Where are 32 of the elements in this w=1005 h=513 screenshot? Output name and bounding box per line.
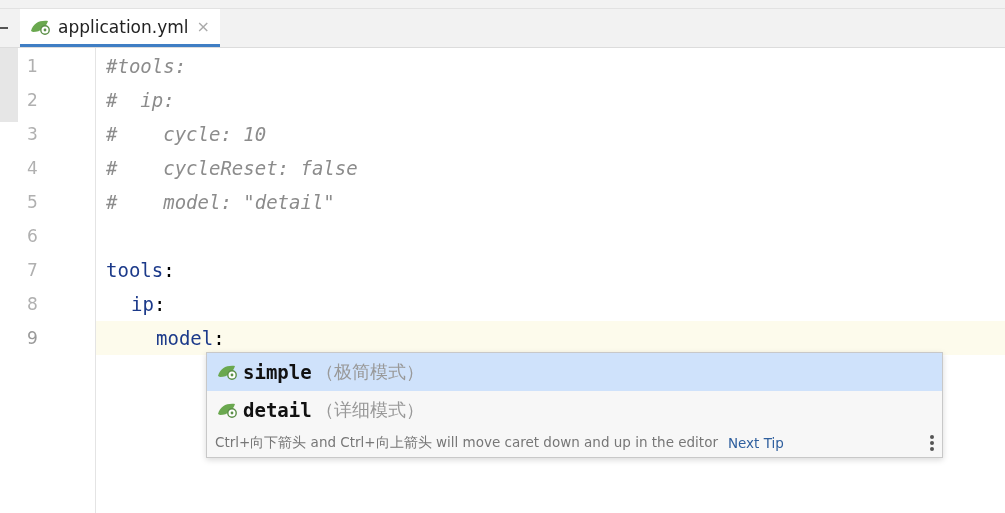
minus-icon[interactable] bbox=[0, 27, 8, 29]
leaf-gear-icon bbox=[217, 402, 239, 418]
line-number: 7 bbox=[26, 259, 39, 282]
colon: : bbox=[163, 259, 175, 281]
code-comment: #tools: bbox=[106, 55, 187, 77]
tip-text: Ctrl+向下箭头 and Ctrl+向上箭头 will move caret down and up in the editor bbox=[215, 434, 718, 452]
colon: : bbox=[153, 293, 166, 315]
yaml-key: ip bbox=[131, 293, 154, 315]
scrollbar[interactable] bbox=[0, 48, 18, 122]
next-tip-link[interactable]: Next Tip bbox=[727, 435, 784, 451]
line-number: 9 bbox=[26, 327, 39, 350]
line-number: 3 bbox=[26, 123, 39, 146]
line-number: 8 bbox=[26, 293, 39, 316]
code-comment: # model: "detail" bbox=[106, 191, 335, 213]
line-number: 2 bbox=[26, 89, 39, 112]
line-number: 4 bbox=[26, 157, 39, 180]
more-icon[interactable] bbox=[930, 434, 934, 452]
leaf-gear-icon bbox=[30, 18, 52, 35]
leaf-gear-icon bbox=[217, 364, 239, 380]
code-comment: # cycleReset: false bbox=[106, 157, 358, 179]
completion-item[interactable]: simple （极简模式） bbox=[207, 353, 942, 391]
tab-label: application.yml bbox=[58, 16, 189, 37]
colon: : bbox=[213, 327, 225, 349]
yaml-key: tools bbox=[106, 259, 164, 281]
file-tab[interactable]: application.yml × bbox=[20, 9, 220, 47]
code-comment: # cycle: 10 bbox=[106, 123, 267, 145]
yaml-key: model bbox=[156, 327, 214, 349]
line-number: 1 bbox=[26, 55, 39, 78]
completion-item[interactable]: detail （详细模式） bbox=[207, 391, 942, 429]
line-number: 6 bbox=[26, 225, 39, 248]
line-number: 5 bbox=[26, 191, 39, 214]
code-comment: # ip: bbox=[106, 89, 175, 111]
